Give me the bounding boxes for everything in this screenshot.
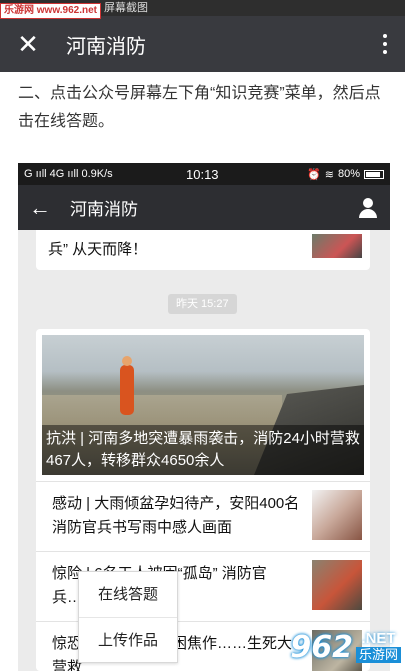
timestamp-badge: 昨天 15:27 (168, 294, 237, 314)
hero-caption: 抗洪 | 河南多地突遭暴雨袭击，消防24小时营救467人，转移群众4650余人 (42, 425, 364, 475)
previous-article-text: 兵” 从天而降！ (48, 241, 148, 258)
menu-item-upload-work[interactable]: 上传作品 (79, 617, 177, 662)
profile-button[interactable] (346, 197, 390, 218)
watermark-logo: 乐游网 www.962.net (0, 3, 101, 19)
watermark-962: 962 .NET 乐游网 (290, 625, 401, 669)
article-title: 感动 | 大雨倾盆孕妇待产，安阳400名消防官兵书写雨中感人画面 (52, 495, 300, 536)
rescuer-image (120, 356, 134, 415)
chat-header: ← 河南消防 (18, 185, 390, 230)
instruction-text: 二、点击公众号屏幕左下角“知识竞赛”菜单，然后点击在线答题。 (18, 85, 381, 130)
article-thumbnail (312, 490, 362, 540)
article-thumbnail (312, 560, 362, 610)
watermark-digits: 962 (290, 629, 353, 665)
page-title: 河南消防 (66, 35, 146, 58)
previous-article-card[interactable]: 兵” 从天而降！ (36, 230, 370, 270)
chat-title: 河南消防 (70, 200, 138, 219)
back-arrow-icon[interactable]: ← (18, 195, 62, 221)
strip-text: 屏幕截图 (104, 2, 148, 14)
article-thumbnail (312, 234, 362, 258)
close-icon[interactable]: ✕ (0, 16, 56, 72)
watermark-side: .NET 乐游网 (355, 630, 401, 663)
more-options-icon[interactable] (365, 16, 405, 72)
alarm-icon: ⏰ (307, 168, 321, 181)
phone-status-bar: G ııll 4G ııll 0.9K/s 10:13 ⏰ ≋ 80% (18, 163, 390, 185)
menu-item-online-quiz[interactable]: 在线答题 (79, 572, 177, 617)
signal-status: G ııll 4G ııll 0.9K/s (24, 168, 113, 180)
list-item[interactable]: 感动 | 大雨倾盆孕妇待产，安阳400名消防官兵书写雨中感人画面 (36, 481, 370, 551)
wifi-icon: ≋ (324, 168, 334, 181)
embedded-screenshot: G ııll 4G ııll 0.9K/s 10:13 ⏰ ≋ 80% ← 河南… (18, 163, 390, 671)
status-right: ⏰ ≋ 80% (307, 168, 384, 181)
watermark-cn: 乐游网 (355, 647, 401, 663)
hero-article[interactable]: 抗洪 | 河南多地突遭暴雨袭击，消防24小时营救467人，转移群众4650余人 (42, 335, 364, 475)
battery-icon (364, 169, 384, 179)
user-icon (358, 197, 378, 218)
battery-level: 80% (337, 168, 360, 180)
watermark-net: .NET (361, 630, 396, 647)
app-header: ✕ 河南消防 (0, 16, 405, 72)
popup-menu: 在线答题 上传作品 (78, 571, 178, 663)
clock: 10:13 (186, 166, 219, 182)
